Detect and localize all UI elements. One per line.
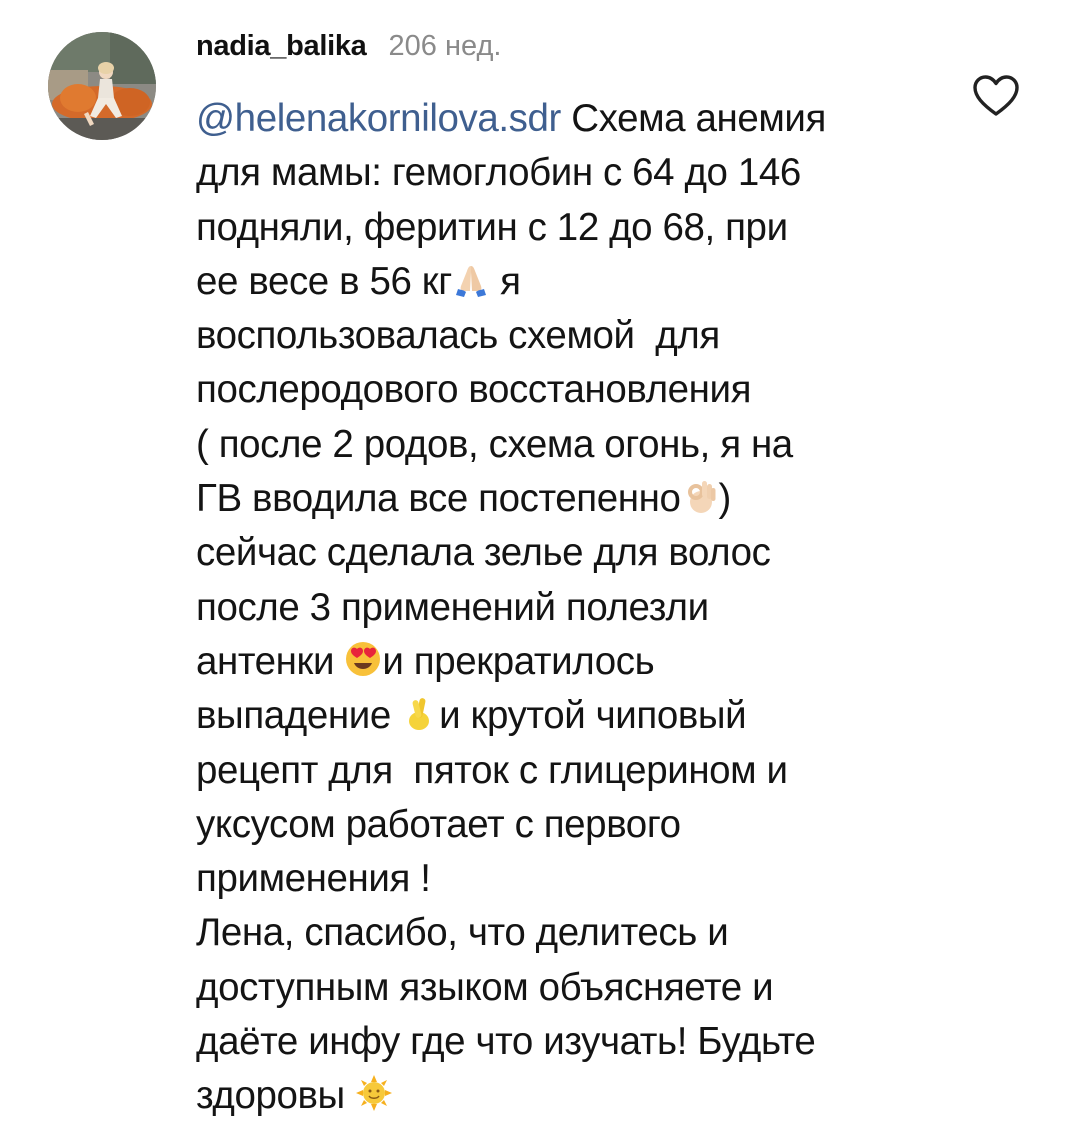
comment-line: воспользовалась схемой для: [196, 314, 720, 358]
comment-line: после 3 применений полезли: [196, 585, 709, 629]
username[interactable]: nadia_balika: [196, 30, 367, 63]
crossed-fingers-icon: [401, 694, 439, 732]
comment: nadia_balika 206 нед. @helenakornilova.s…: [0, 0, 1079, 1117]
comment-line: @helenakornilova.sdr Схема анемия: [196, 92, 926, 146]
comment-line: рецепт для пяток с глицерином и: [196, 748, 788, 792]
comment-body: @helenakornilova.sdr Схема анемия для ма…: [196, 92, 926, 1124]
comment-text: ГВ вводила все постепенно: [196, 477, 681, 521]
comment-line: доступным языком объясняете и: [196, 965, 774, 1009]
avatar[interactable]: [48, 32, 156, 140]
comment-line: выпадение и крутой чиповый: [196, 689, 926, 743]
folded-hands-icon: [452, 260, 490, 298]
comment-line: сейчас сделала зелье для волос: [196, 531, 771, 575]
comment-line: антенки и прекратилось: [196, 635, 926, 689]
comment-line: применения !: [196, 857, 431, 901]
comment-line: ГВ вводила все постепенно ): [196, 472, 926, 526]
comment-header: nadia_balika 206 нед.: [196, 30, 501, 70]
comment-line: ее весе в 56 кг я: [196, 255, 926, 309]
comment-line: даёте инфу где что изучать! Будьте: [196, 1020, 816, 1064]
comment-line: послеродового восстановления: [196, 368, 752, 412]
comment-text: и крутой чиповый: [439, 694, 747, 738]
comment-text: ее весе в 56 кг: [196, 259, 452, 303]
sun-face-icon: [355, 1074, 393, 1112]
comment-text: здоровы: [196, 1074, 356, 1118]
comment-line: для мамы: гемоглобин с 64 до 146: [196, 151, 801, 195]
comment-text: выпадение: [196, 694, 402, 738]
ok-hand-icon: [681, 477, 719, 515]
heart-eyes-icon: [344, 640, 382, 678]
comment-text: ): [718, 477, 732, 521]
comment-line: Лена, спасибо, что делитесь и: [196, 911, 729, 955]
mention-link[interactable]: @helenakornilova.sdr: [196, 97, 561, 140]
comment-text: антенки: [196, 639, 345, 683]
comment-line: подняли, феритин с 12 до 68, при: [196, 205, 788, 249]
comment-line: здоровы: [196, 1069, 926, 1123]
like-heart-icon[interactable]: [972, 74, 1020, 118]
comment-line: уксусом работает с первого: [196, 802, 681, 846]
comment-text: Схема анемия: [560, 97, 826, 140]
comment-text: и прекратилось: [382, 639, 655, 683]
comment-text: я: [489, 259, 521, 303]
comment-line: ( после 2 родов, схема огонь, я на: [196, 422, 793, 466]
timestamp: 206 нед.: [388, 30, 502, 62]
